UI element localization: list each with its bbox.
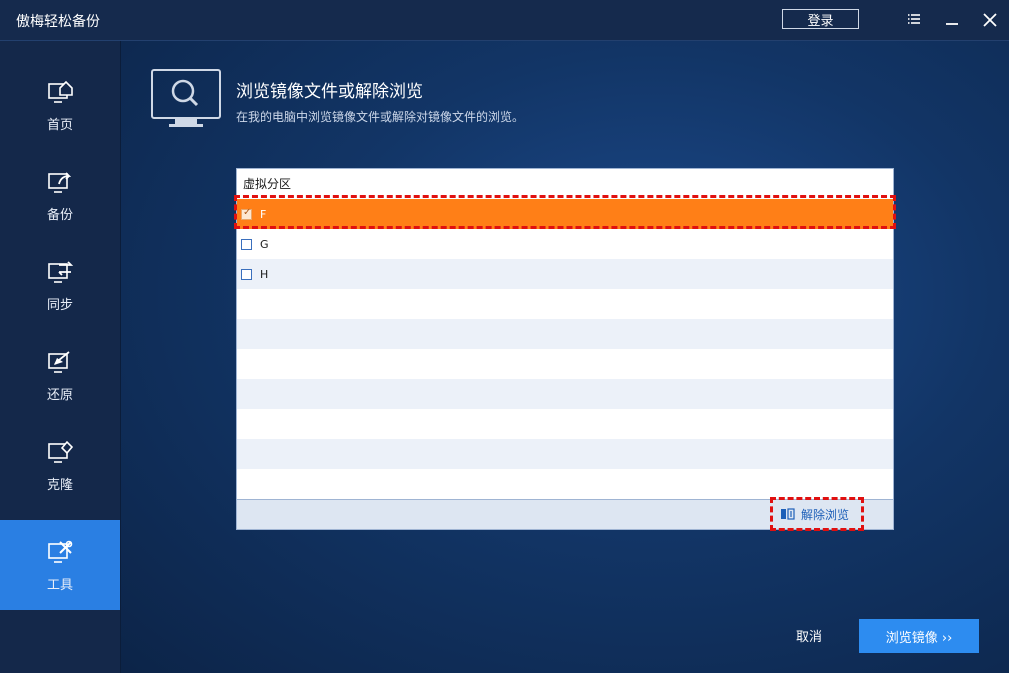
browse-image-button[interactable]: 浏览镜像 ›› xyxy=(859,619,979,653)
highlight-unmount-button xyxy=(770,497,864,531)
empty-row xyxy=(237,409,893,439)
sidebar-item-label: 首页 xyxy=(46,117,73,133)
restore-icon xyxy=(48,350,70,373)
sidebar-item-label: 工具 xyxy=(46,577,73,593)
app-title: 傲梅轻松备份 xyxy=(16,14,100,30)
partition-checkbox[interactable] xyxy=(241,268,252,280)
backup-icon xyxy=(48,171,72,193)
minimize-icon[interactable] xyxy=(942,10,962,30)
highlight-selected-row xyxy=(234,195,896,229)
sidebar-item-tools[interactable]: 工具 xyxy=(0,520,120,610)
sidebar-item-sync[interactable]: 同步 xyxy=(0,240,120,330)
menu-icon[interactable] xyxy=(904,10,924,30)
home-icon xyxy=(48,80,73,103)
empty-row xyxy=(237,469,893,499)
partition-row-h[interactable]: H xyxy=(237,259,893,289)
sidebar: 首页 备份 同步 还原 克隆 工具 xyxy=(0,41,120,673)
close-icon[interactable] xyxy=(980,10,1000,30)
partition-row-g[interactable]: G xyxy=(237,229,893,259)
partition-label: G xyxy=(260,237,269,251)
sidebar-item-backup[interactable]: 备份 xyxy=(0,150,120,240)
sidebar-item-restore[interactable]: 还原 xyxy=(0,330,120,420)
page-title: 浏览镜像文件或解除浏览 xyxy=(236,82,423,102)
empty-row xyxy=(237,379,893,409)
sidebar-item-label: 同步 xyxy=(46,297,73,313)
main-content: 浏览镜像文件或解除浏览 在我的电脑中浏览镜像文件或解除对镜像文件的浏览。 虚拟分… xyxy=(121,41,1009,673)
empty-row xyxy=(237,349,893,379)
cancel-button[interactable]: 取消 xyxy=(796,626,822,645)
sidebar-item-home[interactable]: 首页 xyxy=(0,60,120,150)
sync-icon xyxy=(48,260,74,283)
title-bar: 傲梅轻松备份 登录 xyxy=(0,0,1009,41)
sidebar-item-clone[interactable]: 克隆 xyxy=(0,420,120,510)
sidebar-item-label: 还原 xyxy=(46,387,73,403)
sidebar-item-label: 备份 xyxy=(46,207,73,223)
clone-icon xyxy=(48,440,74,463)
sidebar-item-label: 克隆 xyxy=(46,477,73,493)
tools-icon xyxy=(48,540,73,563)
login-button[interactable]: 登录 xyxy=(782,9,859,29)
empty-row xyxy=(237,289,893,319)
partition-label: H xyxy=(260,267,269,281)
empty-row xyxy=(237,319,893,349)
partition-checkbox[interactable] xyxy=(241,238,252,250)
page-subtitle: 在我的电脑中浏览镜像文件或解除对镜像文件的浏览。 xyxy=(236,110,525,124)
empty-row xyxy=(237,439,893,469)
monitor-search-icon xyxy=(151,69,221,127)
